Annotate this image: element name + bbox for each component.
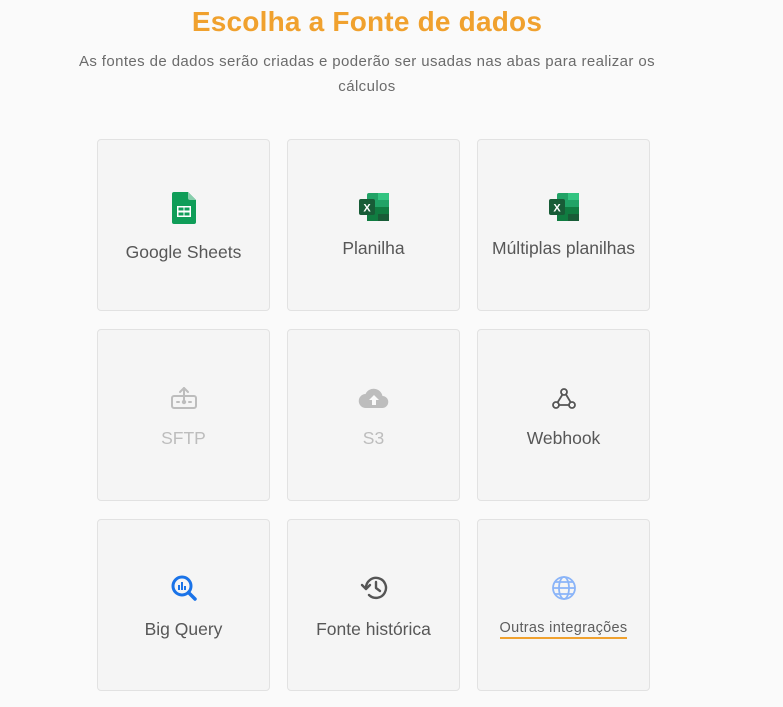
source-card-fonte-historica[interactable]: Fonte histórica	[287, 519, 460, 691]
source-label: Big Query	[144, 619, 223, 639]
source-card-webhook[interactable]: Webhook	[477, 329, 650, 501]
source-card-sftp[interactable]: SFTP	[97, 329, 270, 501]
history-icon	[288, 575, 459, 601]
source-label: Webhook	[526, 428, 601, 448]
webhook-icon	[478, 385, 649, 411]
page-title: Escolha a Fonte de dados	[191, 6, 543, 37]
source-label: SFTP	[161, 428, 206, 448]
outras-integracoes-link[interactable]: Outras integrações	[478, 620, 649, 639]
globe-icon	[478, 575, 649, 601]
source-label: Fonte histórica	[316, 619, 431, 639]
source-card-big-query[interactable]: Big Query	[97, 519, 270, 691]
source-label: Planilha	[342, 238, 405, 258]
source-label: Google Sheets	[125, 242, 242, 262]
sftp-upload-icon	[98, 386, 269, 410]
page-subtitle: As fontes de dados serão criadas e poder…	[78, 53, 656, 95]
source-label: S3	[362, 428, 385, 448]
excel-icon: X	[288, 193, 459, 221]
source-card-multiplas-planilhas[interactable]: X Múltiplas planilhas	[477, 139, 650, 311]
source-card-google-sheets[interactable]: Google Sheets	[97, 139, 270, 311]
excel-icon: X	[478, 193, 649, 221]
bigquery-icon	[98, 574, 269, 602]
source-card-s3[interactable]: S3	[287, 329, 460, 501]
source-card-planilha[interactable]: X Planilha	[287, 139, 460, 311]
svg-text:X: X	[553, 203, 561, 215]
source-label: Múltiplas planilhas	[492, 238, 635, 258]
svg-text:X: X	[363, 203, 371, 215]
cloud-upload-icon	[288, 387, 459, 409]
google-sheets-icon	[98, 192, 269, 224]
source-card-outras-integracoes[interactable]: Outras integrações	[477, 519, 650, 691]
